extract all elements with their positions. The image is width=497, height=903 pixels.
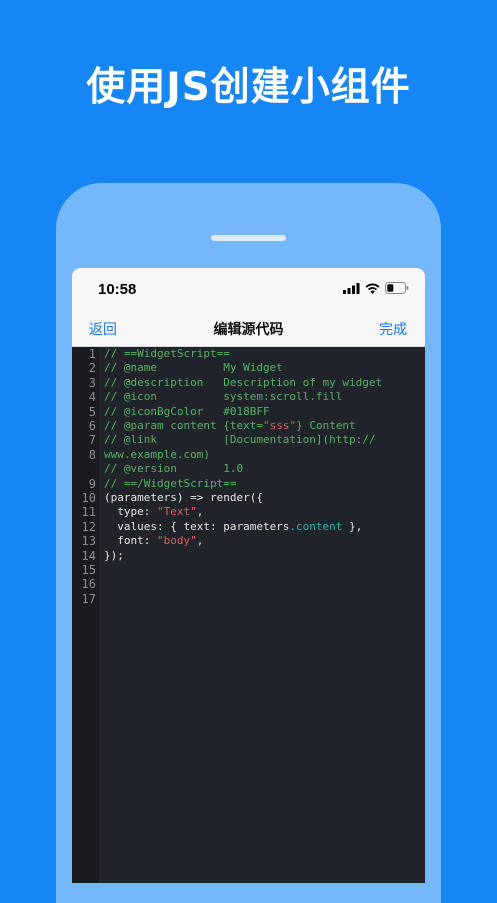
line-number: 12: [81, 519, 96, 534]
code-token: // ==WidgetScript==: [104, 347, 230, 360]
code-editor[interactable]: 1 2 3 4 5 6 7 8 9 10 11 12 13 14 15 16 17 // ==WidgetScr…: [72, 347, 425, 883]
line-number: 6: [88, 419, 96, 433]
code-token: // @version 1.0: [104, 462, 244, 476]
status-time: 10:58: [98, 281, 137, 298]
line-number: 15: [81, 563, 96, 577]
code-token: // @link [Documentation](http://: [104, 433, 376, 447]
code-line: type: "Text",: [104, 505, 425, 519]
navigation-bar: 返回 编辑源代码 完成: [72, 310, 425, 347]
code-token: ,: [196, 505, 204, 519]
phone-screen: 10:58 返回 编辑源代码 完成 12 345678 9 10 11 12 13 1…: [72, 268, 425, 883]
code-token: type:: [104, 505, 157, 519]
code-line: // @description Description of my widget: [104, 376, 425, 390]
speaker-grille: [211, 235, 286, 241]
line-number: 4: [88, 390, 96, 405]
code-line: // @iconBgColor #018BFF: [104, 405, 425, 419]
line-number: 14: [81, 548, 96, 563]
code-token: "body": [156, 534, 197, 548]
code-token: "Text": [156, 505, 197, 519]
line-number: 5: [88, 404, 96, 419]
cellular-signal-icon: [343, 282, 360, 294]
code-token: "sss": [262, 419, 297, 433]
line-number: 10: [81, 491, 96, 505]
battery-icon: [385, 282, 409, 294]
code-line: // @link [Documentation](http://: [104, 433, 425, 447]
code-line: font: "body",: [104, 534, 425, 548]
line-number: 11: [81, 505, 96, 520]
code-token: ,: [196, 534, 204, 548]
code-area[interactable]: // ==WidgetScript==// @name My Widget// …: [99, 347, 425, 883]
code-line: (parameters) => render({: [104, 491, 425, 505]
code-token: // @iconBgColor #018BFF: [104, 404, 270, 418]
status-bar: 10:58: [72, 268, 425, 310]
status-icons: [343, 282, 409, 294]
line-number: 8: [88, 447, 96, 462]
headline: 使用JS创建小组件: [86, 65, 411, 110]
code-line: // ==WidgetScript==: [104, 347, 425, 361]
line-number: 9: [88, 476, 96, 491]
code-token: www.example.com): [104, 447, 210, 461]
code-token: // ==/WidgetScript==: [104, 476, 237, 490]
code-token: values: { text: parameters: [104, 519, 290, 533]
code-line: www.example.com): [104, 448, 425, 462]
code-line: });: [104, 549, 425, 563]
code-line: // @name My Widget: [104, 361, 425, 375]
code-token: // @name My Widget: [104, 361, 283, 375]
code-token: (parameters) => render({: [104, 491, 263, 505]
code-line: // @version 1.0: [104, 462, 425, 476]
code-line: // @icon system:scroll.fill: [104, 390, 425, 404]
code-token: // @icon system:scroll.fill: [104, 390, 343, 404]
code-token: font:: [104, 534, 157, 548]
line-number: 16: [81, 577, 96, 592]
code-token: // @description Description of my widget: [104, 375, 383, 389]
code-line: values: { text: parameters .content },: [104, 520, 425, 534]
line-number-gutter: 1 2 3 4 5 6 7 8 9 10 11 12 13 14 15 16 17: [72, 347, 99, 883]
code-token: },: [342, 519, 363, 533]
code-token: // @param content {text=: [104, 419, 263, 433]
line-number: 3: [88, 375, 96, 390]
code-token: } Content: [296, 419, 356, 433]
nav-title: 编辑源代码: [213, 322, 284, 338]
wifi-icon: [365, 283, 380, 294]
line-number: 13: [81, 534, 96, 549]
code-line: // ==/WidgetScript==: [104, 477, 425, 491]
code-token: .content: [289, 519, 343, 533]
line-number: 17: [81, 591, 96, 606]
line-number: 7: [88, 433, 96, 448]
done-button[interactable]: 完成: [379, 319, 407, 339]
line-number: 2: [88, 361, 96, 376]
line-number: 1: [88, 347, 96, 361]
code-token: });: [104, 548, 124, 562]
code-line: // @param content {text= "sss"} Content: [104, 419, 425, 433]
